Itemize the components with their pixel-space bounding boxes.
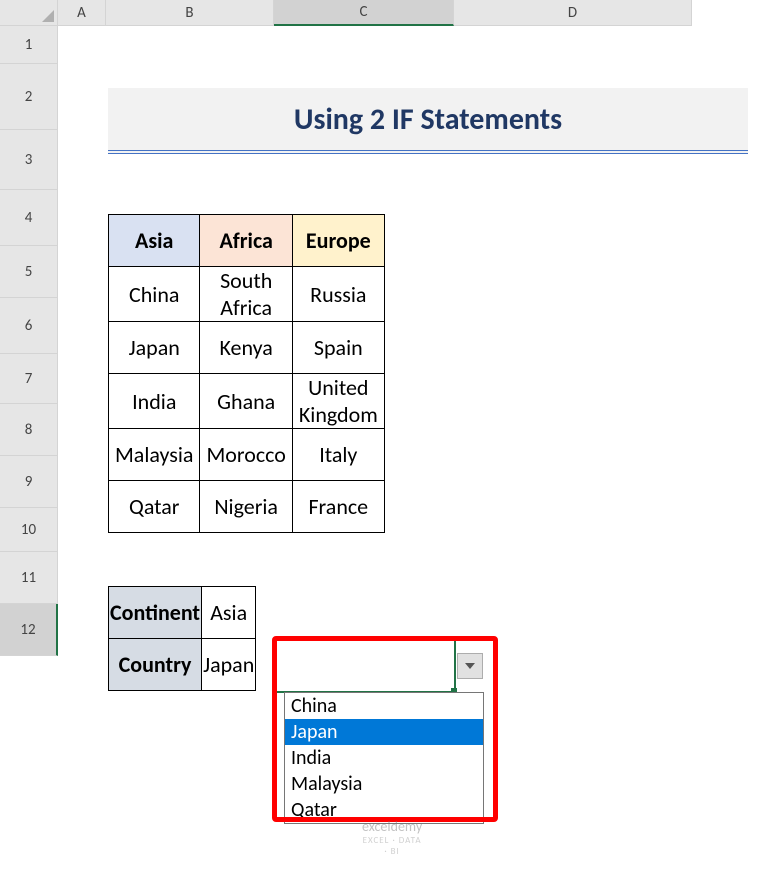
title-merged-cell[interactable]: Using 2 IF Statements (108, 88, 748, 154)
table-row: China South Africa Russia (109, 267, 385, 322)
header-africa[interactable]: Africa (200, 215, 292, 267)
country-value-cell[interactable]: Japan (202, 639, 256, 691)
row-header-9[interactable]: 9 (0, 456, 58, 508)
col-header-D[interactable]: D (454, 0, 692, 26)
table-row: Malaysia Morocco Italy (109, 429, 385, 481)
row-header-2[interactable]: 2 (0, 64, 58, 130)
data-validation-dropdown-button[interactable] (457, 653, 483, 679)
dropdown-item[interactable]: China (285, 693, 483, 719)
row-header-1[interactable]: 1 (0, 26, 58, 64)
header-asia[interactable]: Asia (109, 215, 200, 267)
dropdown-item[interactable]: Japan (285, 719, 483, 745)
table-row: Japan Kenya Spain (109, 322, 385, 374)
col-header-C[interactable]: C (274, 0, 454, 26)
dropdown-item[interactable]: Qatar (285, 797, 483, 823)
col-header-B[interactable]: B (106, 0, 274, 26)
continent-value-cell[interactable]: Asia (202, 587, 256, 639)
row-header-3[interactable]: 3 (0, 130, 58, 190)
dropdown-item[interactable]: India (285, 745, 483, 771)
header-europe[interactable]: Europe (292, 215, 384, 267)
watermark-sub: EXCEL · DATA · BI (362, 835, 422, 857)
select-all-corner[interactable] (0, 0, 58, 26)
continent-label[interactable]: Continent (109, 587, 202, 639)
row-header-11[interactable]: 11 (0, 552, 58, 604)
row-header-6[interactable]: 6 (0, 298, 58, 354)
row-header-5[interactable]: 5 (0, 246, 58, 298)
col-header-A[interactable]: A (58, 0, 106, 26)
column-headers: ABCD (58, 0, 692, 26)
spreadsheet-viewport: ABCD 123456789101112 Using 2 IF Statemen… (0, 0, 767, 869)
row-header-10[interactable]: 10 (0, 508, 58, 552)
row-header-8[interactable]: 8 (0, 404, 58, 456)
continents-table: Asia Africa Europe China South Africa Ru… (108, 214, 385, 533)
row-header-4[interactable]: 4 (0, 190, 58, 246)
title-text: Using 2 IF Statements (294, 101, 562, 138)
table-row: Qatar Nigeria France (109, 481, 385, 533)
row-header-12[interactable]: 12 (0, 604, 58, 656)
active-cell-border (274, 639, 456, 693)
row-headers: 123456789101112 (0, 26, 58, 656)
dropdown-item[interactable]: Malaysia (285, 771, 483, 797)
row-header-7[interactable]: 7 (0, 354, 58, 404)
table-row: India Ghana United Kingdom (109, 374, 385, 429)
data-validation-dropdown-list[interactable]: ChinaJapanIndiaMalaysiaQatar (284, 692, 484, 824)
selection-table: Continent Asia Country Japan (108, 586, 256, 691)
country-label[interactable]: Country (109, 639, 202, 691)
